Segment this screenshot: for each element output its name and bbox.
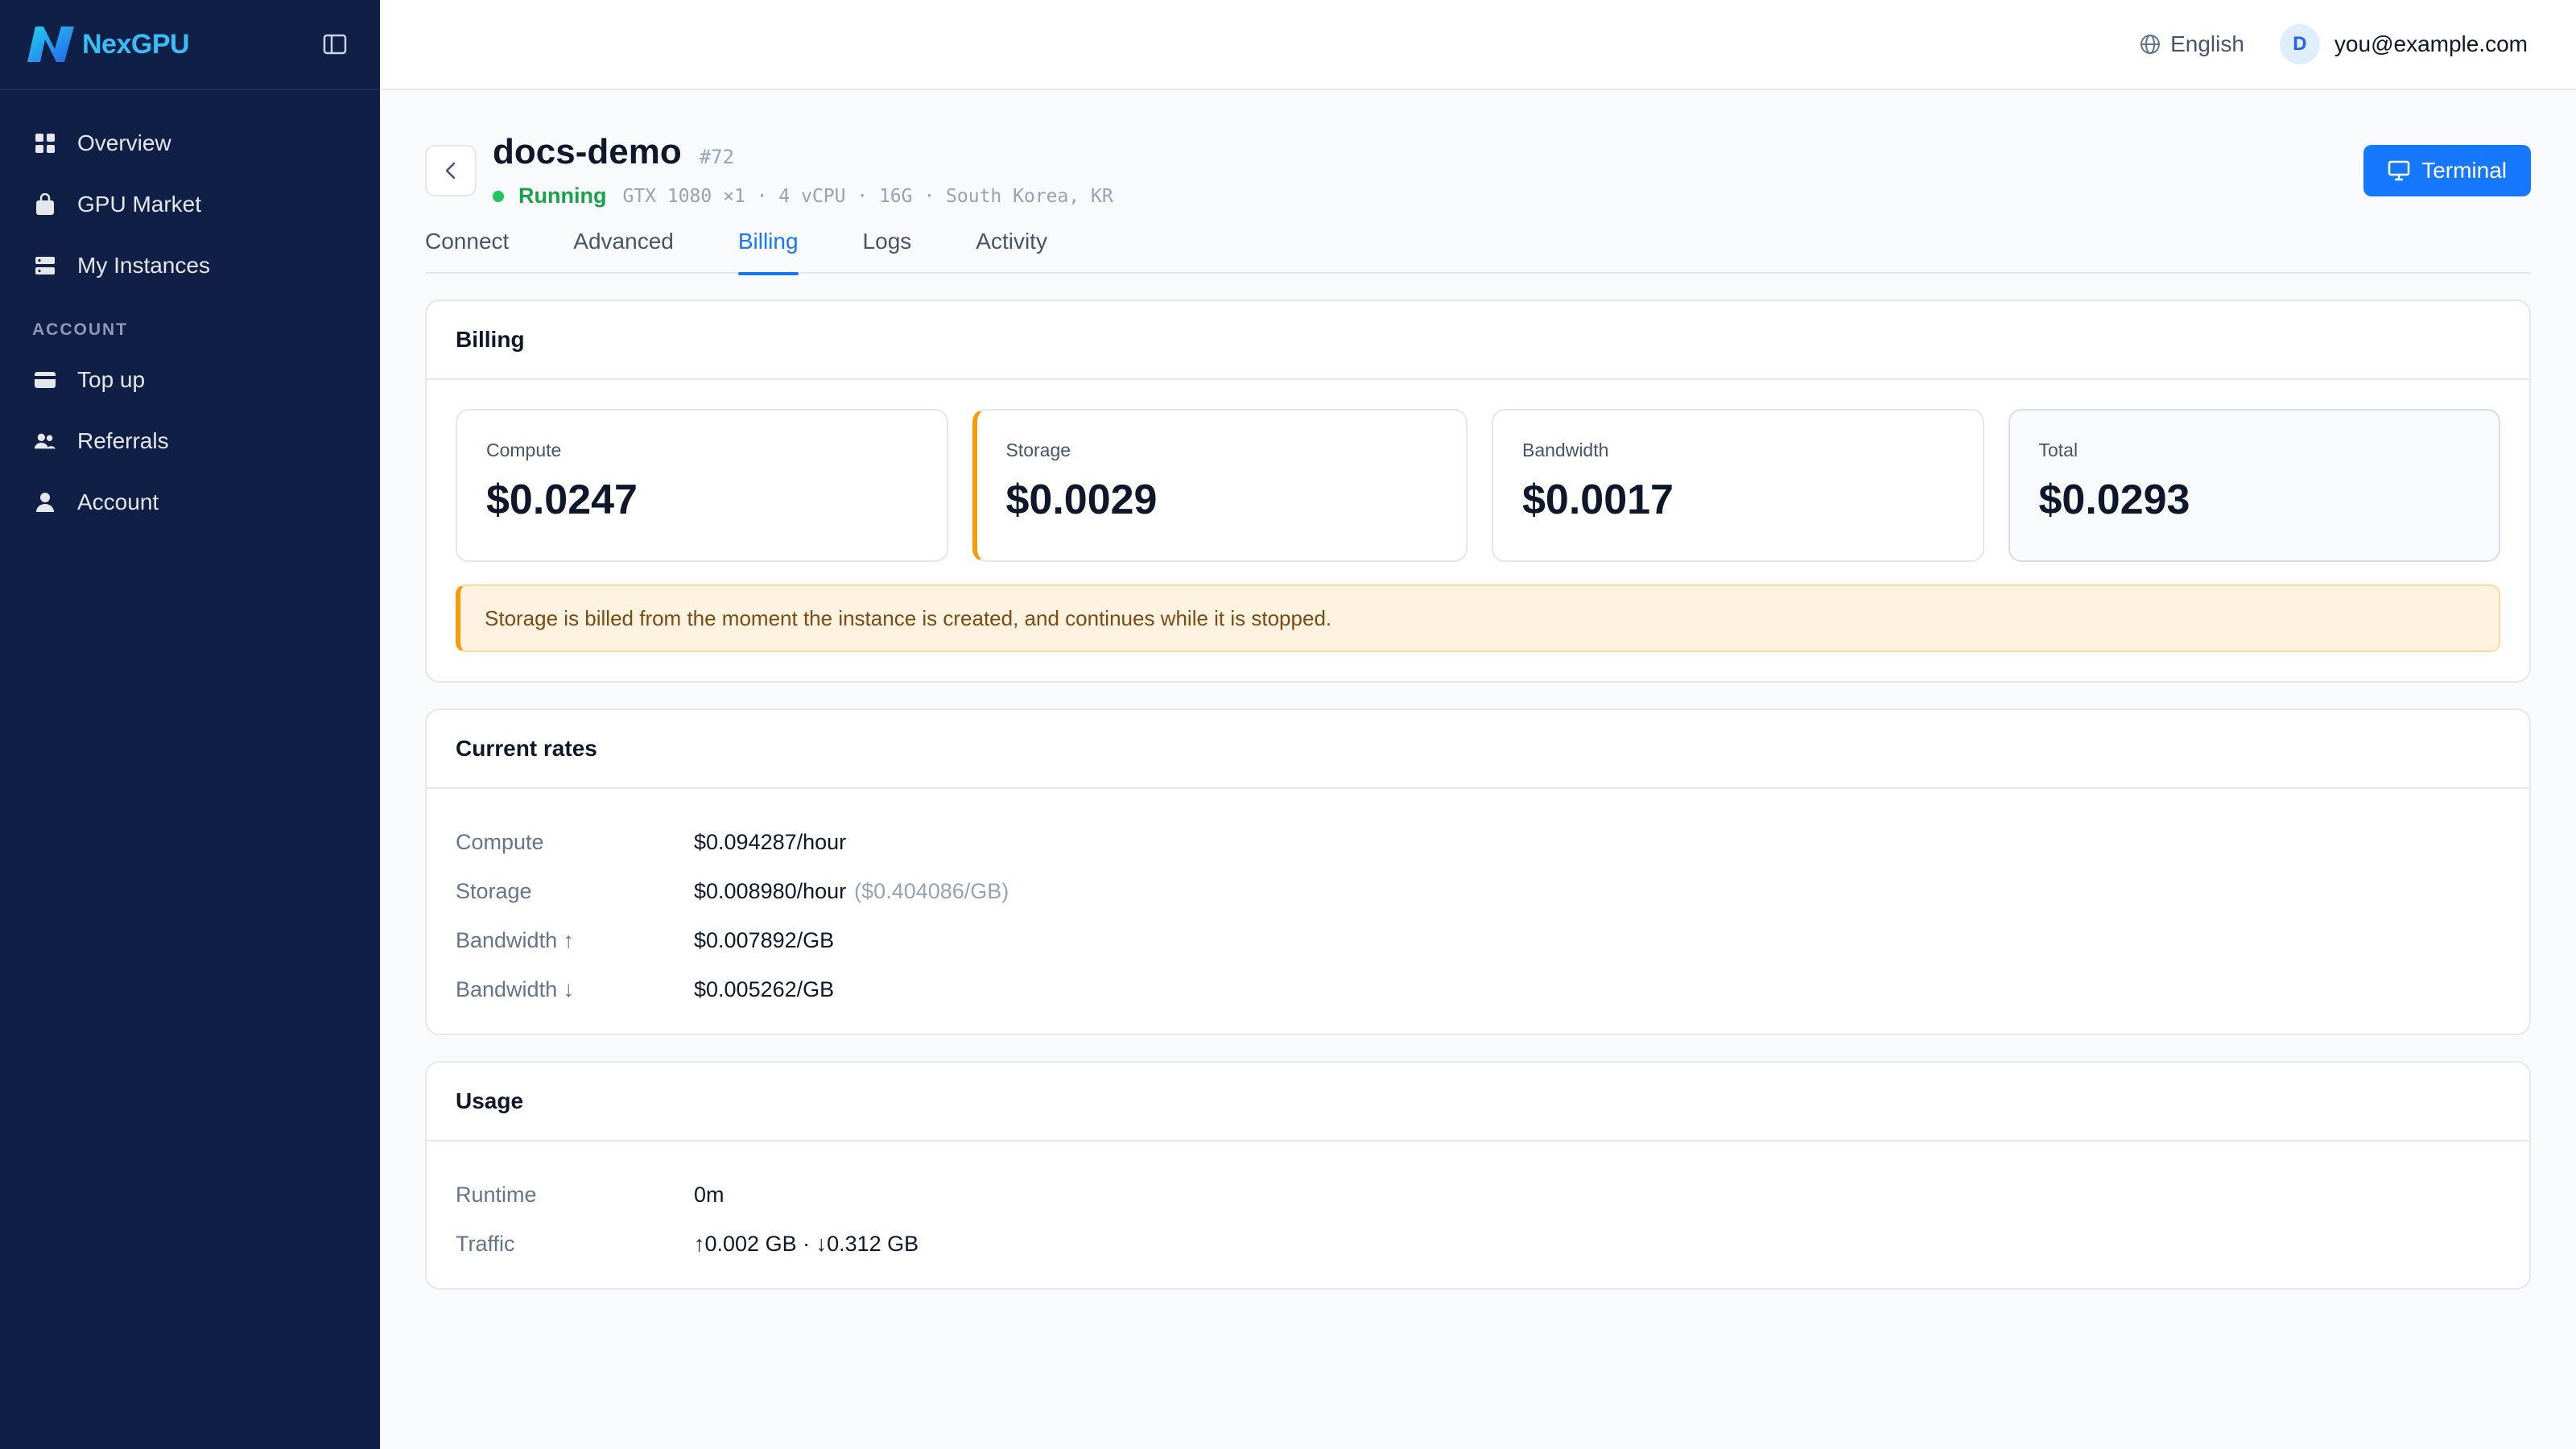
instance-header: docs-demo #72 Running GTX 1080 ×1 · 4 vC… [425, 90, 2531, 219]
sidebar-item-label: GPU Market [77, 192, 202, 217]
status-dot-icon [493, 190, 504, 202]
top-bar: English D you@example.com [380, 0, 2576, 90]
status-row: Running GTX 1080 ×1 · 4 vCPU · 16G · Sou… [493, 184, 1113, 208]
monitor-icon [2388, 160, 2410, 181]
rate-extra: ($0.404086/GB) [854, 879, 1009, 903]
sidebar-item-account[interactable]: Account [0, 472, 380, 533]
language-label: English [2170, 31, 2244, 56]
sidebar-item-referrals[interactable]: Referrals [0, 411, 380, 472]
usage-row-runtime: Runtime 0m [456, 1170, 2500, 1220]
stat-bandwidth: Bandwidth $0.0017 [1492, 409, 1984, 562]
rate-value: $0.007892/GB [694, 928, 835, 952]
sidebar-item-top-up[interactable]: Top up [0, 349, 380, 411]
rate-label: Bandwidth ↓ [456, 977, 575, 1001]
rate-label: Compute [456, 830, 544, 854]
billing-card-title: Billing [427, 301, 2529, 380]
stat-value: $0.0017 [1522, 477, 1674, 523]
sidebar-item-label: My Instances [77, 253, 210, 278]
tab-connect[interactable]: Connect [425, 219, 509, 274]
logo-mark-icon [27, 27, 74, 62]
billing-card: Billing Compute $0.0247 Storage $0.0029 … [425, 299, 2531, 683]
stat-value: $0.0247 [486, 477, 638, 523]
rates-list: Compute $0.094287/hour Storage $0.008980… [427, 789, 2529, 1034]
main-content: docs-demo #72 Running GTX 1080 ×1 · 4 vC… [425, 90, 2531, 1290]
stat-label: Bandwidth [1522, 440, 1609, 460]
usage-row-traffic: Traffic ↑0.002 GB · ↓0.312 GB [456, 1220, 2500, 1269]
stat-label: Compute [486, 440, 562, 460]
billing-stats: Compute $0.0247 Storage $0.0029 Bandwidt… [456, 409, 2500, 562]
usage-card-title: Usage [427, 1063, 2529, 1141]
instance-specs: GTX 1080 ×1 · 4 vCPU · 16G · South Korea… [622, 185, 1113, 207]
status-badge: Running [518, 184, 607, 208]
sidebar-item-my-instances[interactable]: My Instances [0, 235, 380, 296]
grid-icon [34, 132, 56, 155]
usage-label: Traffic [456, 1232, 515, 1256]
rate-row-bandwidth-down: Bandwidth ↓ $0.005262/GB [456, 965, 2500, 1014]
title-row: docs-demo #72 [493, 132, 734, 172]
sidebar-item-label: Referrals [77, 428, 169, 453]
rate-row-bandwidth-up: Bandwidth ↑ $0.007892/GB [456, 916, 2500, 965]
sidebar-section-account: ACCOUNT [32, 320, 128, 339]
language-selector[interactable]: English [2140, 31, 2244, 57]
chevron-left-icon [445, 162, 456, 180]
user-menu[interactable]: D you@example.com [2279, 24, 2528, 64]
user-email: you@example.com [2334, 31, 2528, 56]
storage-notice: Storage is billed from the moment the in… [456, 584, 2500, 652]
stat-value: $0.0293 [2038, 477, 2190, 523]
usage-value: 0m [694, 1183, 724, 1207]
logo[interactable]: NexGPU [24, 23, 190, 65]
credit-card-icon [34, 369, 56, 391]
usage-list: Runtime 0m Traffic ↑0.002 GB · ↓0.312 GB [427, 1141, 2529, 1288]
stat-total: Total $0.0293 [2008, 409, 2500, 562]
stat-storage: Storage $0.0029 [972, 409, 1468, 562]
usage-label: Runtime [456, 1183, 537, 1207]
rates-card: Current rates Compute $0.094287/hour Sto… [425, 708, 2531, 1035]
users-icon [34, 430, 56, 452]
usage-card: Usage Runtime 0m Traffic ↑0.002 GB · ↓0.… [425, 1061, 2531, 1290]
tab-activity[interactable]: Activity [976, 219, 1047, 274]
rate-value: $0.005262/GB [694, 977, 835, 1001]
sidebar-header: NexGPU [0, 0, 380, 90]
user-icon [34, 491, 56, 514]
back-button[interactable] [425, 145, 477, 196]
tab-advanced[interactable]: Advanced [573, 219, 674, 274]
sidebar-item-label: Overview [77, 130, 171, 155]
terminal-button[interactable]: Terminal [2363, 145, 2531, 196]
tab-bar: Connect Advanced Billing Logs Activity [425, 219, 2531, 275]
rates-card-title: Current rates [427, 710, 2529, 789]
sidebar-nav: Overview GPU Market My Instances ACCOUNT… [0, 90, 380, 555]
stat-compute: Compute $0.0247 [456, 409, 948, 562]
server-icon [34, 254, 56, 277]
usage-value: ↑0.002 GB · ↓0.312 GB [694, 1232, 919, 1256]
rate-value: $0.008980/hour [694, 879, 847, 903]
tab-billing[interactable]: Billing [737, 219, 799, 275]
sidebar-item-gpu-market[interactable]: GPU Market [0, 174, 380, 235]
rate-label: Bandwidth ↑ [456, 928, 575, 952]
logo-text: NexGPU [82, 28, 190, 60]
sidebar-item-label: Account [77, 489, 159, 514]
shopping-bag-icon [34, 193, 56, 216]
avatar: D [2279, 24, 2320, 64]
instance-id: #72 [699, 146, 735, 168]
rate-value: $0.094287/hour [694, 830, 847, 854]
sidebar-item-label: Top up [77, 367, 146, 392]
rate-row-compute: Compute $0.094287/hour [456, 818, 2500, 867]
page-title: docs-demo [493, 132, 682, 171]
stat-label: Storage [1005, 440, 1071, 460]
rate-row-storage: Storage $0.008980/hour ($0.404086/GB) [456, 867, 2500, 916]
stat-label: Total [2038, 440, 2079, 460]
terminal-button-label: Terminal [2421, 158, 2507, 183]
rate-label: Storage [456, 879, 532, 903]
sidebar-collapse-icon[interactable] [319, 28, 351, 60]
tab-logs[interactable]: Logs [863, 219, 912, 274]
stat-value: $0.0029 [1005, 477, 1158, 523]
sidebar: NexGPU Overview GPU Market My Instances … [0, 0, 380, 1449]
globe-icon [2140, 35, 2161, 54]
sidebar-item-overview[interactable]: Overview [0, 113, 380, 174]
